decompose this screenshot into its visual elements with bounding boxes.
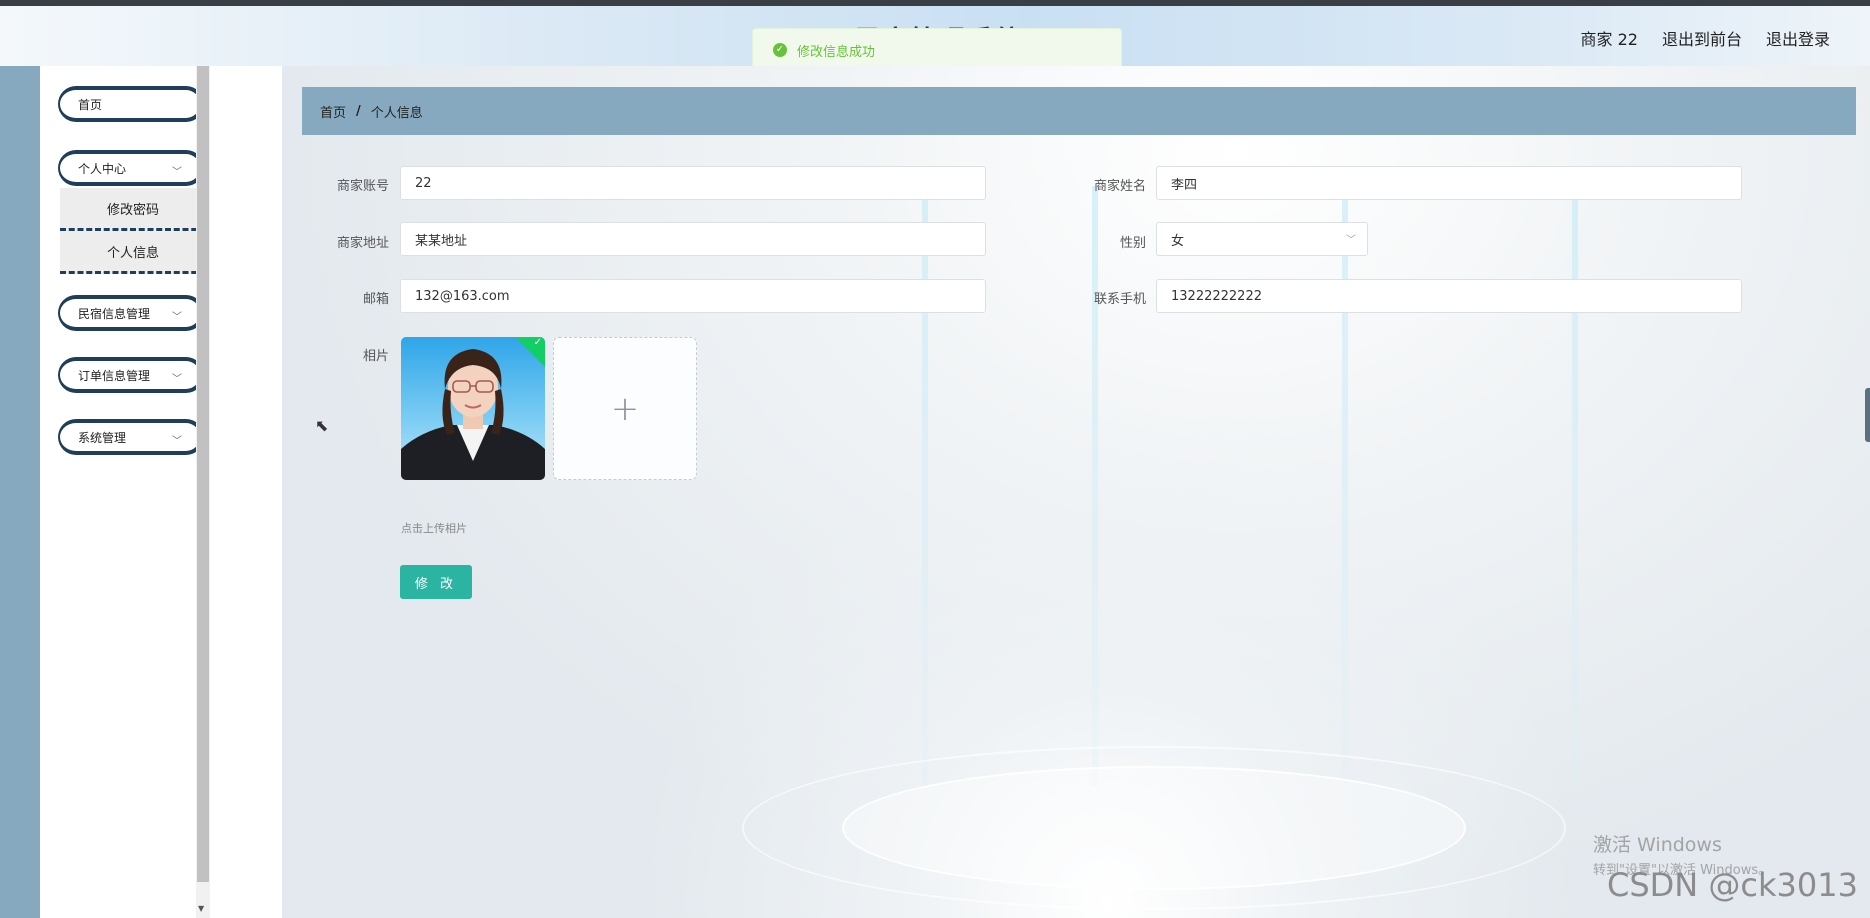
sidebar-item-home[interactable]: 首页 xyxy=(58,86,204,122)
sidebar: 首页 个人中心 ﹀ 修改密码 个人信息 民宿信息管理 ﹀ 订单信息管理 ﹀ 系统… xyxy=(40,66,206,918)
submit-edit-button[interactable]: 修 改 xyxy=(400,565,472,599)
sidebar-item-label: 民宿信息管理 xyxy=(78,306,151,321)
plus-icon: + xyxy=(610,388,640,429)
breadcrumb: 首页 / 个人信息 xyxy=(302,87,1856,135)
submenu-item-change-password[interactable]: 修改密码 xyxy=(60,188,206,231)
upload-hint: 点击上传相片 xyxy=(401,522,467,535)
chevron-down-icon: ﹀ xyxy=(172,374,182,385)
phone-input[interactable] xyxy=(1156,279,1742,313)
breadcrumb-home[interactable]: 首页 xyxy=(320,102,346,121)
header-nav: 商家 22 退出到前台 退出登录 xyxy=(1581,26,1830,50)
background-dais xyxy=(842,766,1466,890)
mouse-pointer-icon: ⬉ xyxy=(315,416,329,435)
sidebar-scrollbar-thumb[interactable] xyxy=(197,66,209,882)
address-input[interactable] xyxy=(400,222,986,256)
background-pillar xyxy=(1342,186,1348,786)
toast-message: 修改信息成功 xyxy=(797,44,876,60)
chevron-down-icon: ﹀ xyxy=(172,312,182,323)
scroll-down-arrow-icon[interactable]: ▼ xyxy=(198,904,204,913)
address-label: 商家地址 xyxy=(336,236,389,251)
gender-label: 性别 xyxy=(1119,236,1146,251)
account-input[interactable] xyxy=(400,166,986,200)
right-edge-tab[interactable] xyxy=(1865,388,1870,442)
sidebar-item-minsu-management[interactable]: 民宿信息管理 ﹀ xyxy=(58,295,204,331)
profile-photo[interactable]: ✓ xyxy=(401,337,545,480)
breadcrumb-separator: / xyxy=(356,103,361,119)
phone-label: 联系手机 xyxy=(1093,292,1146,307)
sidebar-item-order-management[interactable]: 订单信息管理 ﹀ xyxy=(58,357,204,393)
gender-select[interactable]: ﹀ xyxy=(1156,222,1368,256)
watermark-line1: 激活 Windows xyxy=(1593,834,1722,856)
logout-link[interactable]: 退出登录 xyxy=(1766,26,1830,50)
check-icon: ✓ xyxy=(533,337,542,348)
background-pillar xyxy=(922,186,928,786)
breadcrumb-current: 个人信息 xyxy=(370,105,423,121)
content-gutter xyxy=(210,66,282,918)
name-label: 商家姓名 xyxy=(1093,179,1146,194)
submenu-item-label: 个人信息 xyxy=(106,245,159,261)
chevron-down-icon: ﹀ xyxy=(1346,235,1356,246)
email-label: 邮箱 xyxy=(362,292,389,307)
background-pillar xyxy=(1572,186,1578,786)
portrait-image xyxy=(401,349,545,480)
sidebar-item-label: 首页 xyxy=(78,97,103,112)
submenu-item-personal-info[interactable]: 个人信息 xyxy=(60,231,206,274)
photo-label: 相片 xyxy=(362,349,389,364)
sidebar-item-label: 订单信息管理 xyxy=(78,368,151,383)
gender-select-value[interactable] xyxy=(1156,222,1368,256)
sidebar-accent-band xyxy=(0,66,40,918)
sidebar-item-label: 系统管理 xyxy=(78,430,127,445)
back-to-frontend-link[interactable]: 退出到前台 xyxy=(1662,26,1742,50)
email-input[interactable] xyxy=(400,279,986,313)
photo-upload-button[interactable]: + xyxy=(553,337,697,480)
background-pillar xyxy=(1092,186,1098,786)
chevron-down-icon: ﹀ xyxy=(172,436,182,447)
chevron-down-icon: ﹀ xyxy=(172,167,182,178)
csdn-watermark: CSDN @ck3013 xyxy=(1607,866,1858,904)
sidebar-item-system-management[interactable]: 系统管理 ﹀ xyxy=(58,419,204,455)
account-label: 商家账号 xyxy=(336,179,389,194)
sidebar-item-personal-center[interactable]: 个人中心 ﹀ xyxy=(58,150,204,186)
name-input[interactable] xyxy=(1156,166,1742,200)
success-check-icon: ✓ xyxy=(773,43,787,57)
submenu-item-label: 修改密码 xyxy=(106,202,159,218)
merchant-name-link[interactable]: 商家 22 xyxy=(1581,26,1638,50)
sidebar-item-label: 个人中心 xyxy=(78,161,127,176)
